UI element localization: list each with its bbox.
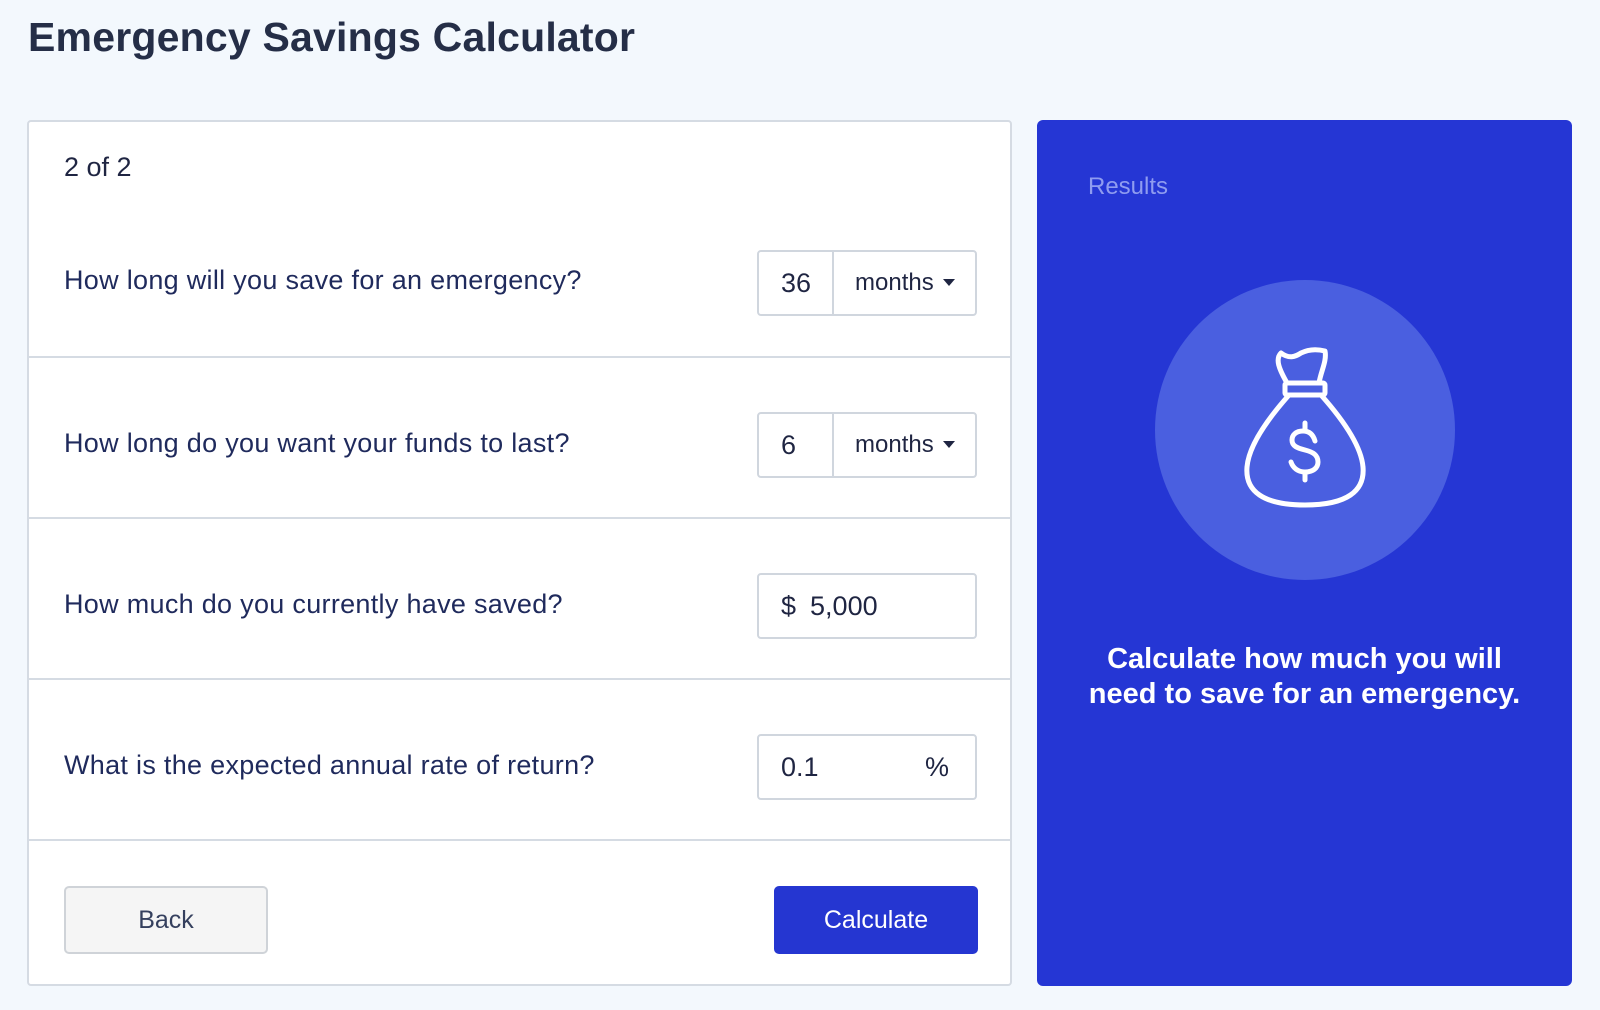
question-row-funds-duration: How long do you want your funds to last?… <box>29 358 1010 519</box>
dollar-sign: $ <box>781 590 797 621</box>
save-duration-unit-dropdown[interactable]: months <box>834 252 975 314</box>
calculator-form-card: 2 of 2 How long will you save for an eme… <box>27 120 1012 986</box>
funds-duration-unit-dropdown[interactable]: months <box>834 414 975 476</box>
funds-duration-input-group: 6 months <box>757 412 977 478</box>
page-title: Emergency Savings Calculator <box>28 14 636 60</box>
results-message: Calculate how much you will need to save… <box>1088 643 1521 710</box>
question-label: What is the expected annual rate of retu… <box>64 750 595 780</box>
rate-of-return-input[interactable]: 0.1 % <box>757 734 977 800</box>
save-duration-input-group: 36 months <box>757 250 977 316</box>
question-label: How long will you save for an emergency? <box>64 265 582 295</box>
question-row-save-duration: How long will you save for an emergency?… <box>29 122 1010 358</box>
unit-label: months <box>855 269 934 296</box>
back-button[interactable]: Back <box>64 886 268 954</box>
icon-circle <box>1155 280 1455 580</box>
save-duration-input[interactable]: 36 <box>759 252 834 314</box>
question-row-rate-of-return: What is the expected annual rate of retu… <box>29 680 1010 841</box>
question-label: How long do you want your funds to last? <box>64 428 570 458</box>
current-savings-input[interactable]: $ 5,000 <box>757 573 977 639</box>
unit-label: months <box>855 431 934 458</box>
caret-down-icon <box>942 440 955 448</box>
results-panel: Results Calculate how much you will need… <box>1037 120 1572 986</box>
funds-duration-input[interactable]: 6 <box>759 414 834 476</box>
rate-value: 0.1 <box>781 751 819 782</box>
caret-down-icon <box>942 278 955 286</box>
calculate-button[interactable]: Calculate <box>774 886 978 954</box>
current-savings-value: 5,000 <box>810 590 878 621</box>
question-row-current-savings: How much do you currently have saved? $ … <box>29 519 1010 680</box>
money-bag-icon <box>1244 347 1366 508</box>
percent-sign: % <box>924 751 949 782</box>
results-label: Results <box>1088 173 1169 200</box>
question-label: How much do you currently have saved? <box>64 589 563 619</box>
